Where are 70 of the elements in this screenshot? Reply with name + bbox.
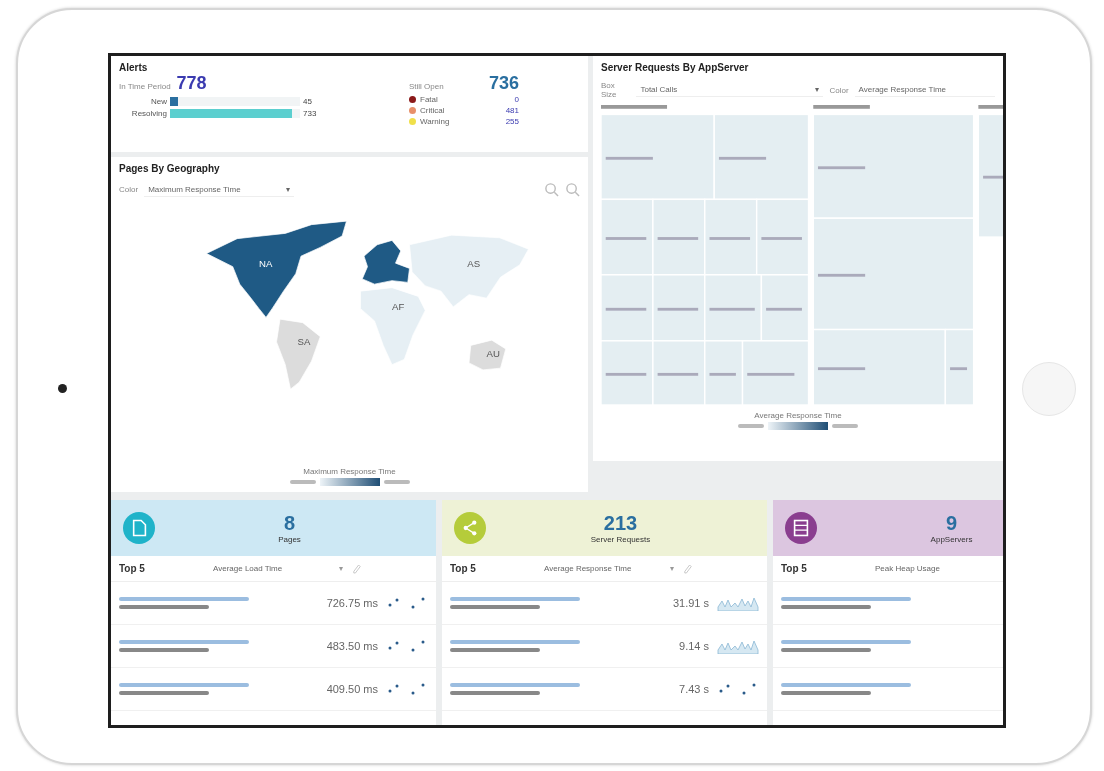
severity-label: Warning [420, 117, 451, 126]
illegible-link[interactable] [781, 597, 911, 601]
list-icon [785, 512, 817, 544]
severity-label: Fatal [420, 95, 439, 104]
illegible-link[interactable] [781, 640, 911, 644]
color-ramp [768, 422, 828, 430]
metric-value: 409.50 ms [326, 683, 378, 695]
bar-label: Resolving [130, 109, 167, 118]
metric-value: 31.91 s [672, 597, 709, 609]
illegible-link[interactable] [119, 640, 249, 644]
illegible-link[interactable] [781, 683, 911, 687]
bar-value: 45 [303, 97, 312, 106]
legend-title: Average Response Time [754, 411, 842, 420]
color-ramp [319, 478, 380, 486]
home-button[interactable] [1022, 362, 1076, 416]
severity-count: 481 [505, 106, 519, 115]
zoom-in-icon[interactable] [544, 182, 559, 197]
continent-shape[interactable] [206, 220, 347, 318]
card-label: Pages [278, 535, 301, 544]
period-label: In Time Period [119, 82, 171, 91]
illegible-link[interactable] [450, 597, 580, 601]
document-icon [123, 512, 155, 544]
period-count: 778 [176, 73, 207, 94]
box-size-label: Box Size [601, 81, 618, 99]
card-count: 9 [945, 512, 958, 535]
bar-label: New [150, 97, 167, 106]
zoom-out-icon[interactable] [565, 182, 580, 197]
illegible-text [383, 480, 410, 484]
card-label: AppServers [930, 535, 973, 544]
color-label: Color [829, 85, 849, 95]
continent-shape[interactable] [361, 240, 410, 285]
sparkline [717, 638, 759, 654]
illegible-link[interactable] [450, 683, 580, 687]
top-label: Top 5 [781, 563, 808, 574]
pencil-icon[interactable] [353, 563, 361, 574]
open-label: Still Open [409, 82, 444, 91]
camera-dot [58, 384, 67, 393]
card-label: Server Requests [590, 535, 651, 544]
severity-count: 0 [514, 95, 519, 104]
illegible-link[interactable] [119, 597, 249, 601]
severity-label: Critical [420, 106, 446, 115]
severity-count: 255 [505, 117, 519, 126]
share-icon [454, 512, 486, 544]
pencil-icon[interactable] [684, 563, 692, 574]
bar-value: 733 [303, 109, 317, 118]
metric-value: 7.43 s [679, 683, 709, 695]
sparkline [717, 595, 759, 611]
top-label: Top 5 [450, 563, 477, 574]
metric-value: 726.75 ms [326, 597, 378, 609]
open-count: 736 [488, 73, 519, 94]
illegible-text [738, 424, 764, 428]
illegible-link[interactable] [450, 640, 580, 644]
illegible-link[interactable] [119, 683, 249, 687]
region-label: AF [392, 301, 405, 313]
metric-value: 483.50 ms [326, 640, 378, 652]
color-label: Color [119, 185, 139, 194]
panel-title: Pages By Geography [119, 163, 221, 174]
illegible-text [832, 424, 858, 428]
metric-value: 9.14 s [679, 640, 709, 652]
region-label: SA [297, 336, 311, 348]
region-label: AU [486, 347, 500, 359]
panel-title: Alerts [119, 62, 149, 73]
card-count: 8 [283, 512, 296, 535]
top-label: Top 5 [119, 563, 146, 574]
card-count: 213 [603, 512, 638, 535]
region-label: NA [259, 257, 273, 269]
region-label: AS [467, 257, 481, 269]
legend-title: Maximum Response Time [303, 467, 396, 476]
illegible-text [289, 480, 316, 484]
panel-title: Server Requests By AppServer [601, 62, 750, 73]
